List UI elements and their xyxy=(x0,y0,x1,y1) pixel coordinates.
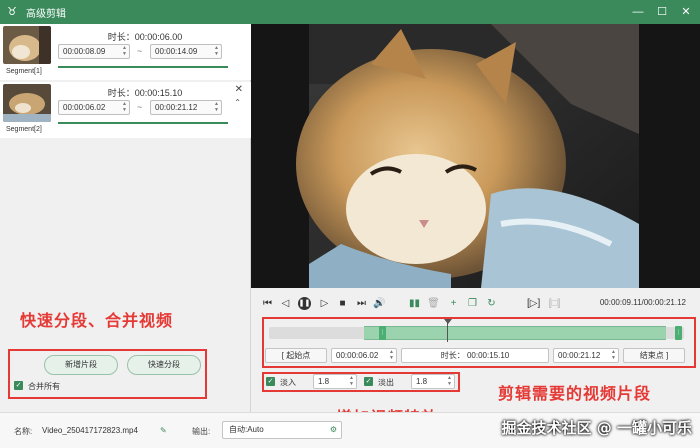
volume-icon[interactable]: 🔊 xyxy=(373,297,386,310)
file-name: Video_250417172823.mp4 xyxy=(42,426,138,435)
range-separator: ~ xyxy=(137,46,143,56)
mark-in-icon[interactable]: [▷] xyxy=(527,297,540,310)
output-select[interactable]: 自动:Auto ⚙ xyxy=(222,421,342,439)
copy-icon[interactable]: ❐ xyxy=(466,297,479,310)
segment-panel: Segment[1] 时长：00:00:06.00 00:00:08.09 ▲ ▼… xyxy=(0,24,251,412)
window-title: 高级剪辑 xyxy=(26,8,66,20)
spinner-icon[interactable]: ▲ ▼ xyxy=(122,101,127,113)
timeline-start-handle[interactable]: ⋮ xyxy=(379,326,386,340)
fade-in-value: 1.8 xyxy=(318,377,330,386)
fade-in-input[interactable]: 1.8 ▲ ▼ xyxy=(313,374,357,389)
segment-progress-bar xyxy=(58,122,228,124)
timeline-end-handle[interactable]: ⋮ xyxy=(675,326,682,340)
timeline-selection[interactable] xyxy=(364,326,666,340)
start-time-input[interactable]: 00:00:06.02 ▲ ▼ xyxy=(331,348,397,363)
mark-out-icon[interactable]: [□] xyxy=(548,297,561,310)
end-bracket-icon: ] xyxy=(663,351,669,360)
start-time-value: 00:00:06.02 xyxy=(336,351,379,360)
set-start-point-button[interactable]: [ 起始点 xyxy=(265,348,327,363)
segment-thumbnail xyxy=(3,84,51,122)
fade-in-label: 淡入 xyxy=(280,378,296,387)
spinner-icon[interactable]: ▲ ▼ xyxy=(214,45,219,57)
playhead[interactable] xyxy=(447,320,448,342)
step-back-icon[interactable]: ◁ xyxy=(279,297,292,310)
spinner-icon[interactable]: ▲ ▼ xyxy=(214,101,219,113)
segment-item-2[interactable]: Segment[2] 时长：00:00:15.10 00:00:06.02 ▲ ▼… xyxy=(0,82,251,138)
pin-icon[interactable]: ⌃ xyxy=(234,98,241,107)
set-end-point-button[interactable]: 结束点 ] xyxy=(623,348,685,363)
title-bar: ♉ 高级剪辑 — ☐ ✕ xyxy=(0,0,700,24)
merge-all-label: 合并所有 xyxy=(28,382,60,391)
watermark: 掘金技术社区 @ 一罐小可乐 xyxy=(501,419,692,437)
delete-icon[interactable]: 🗑 xyxy=(427,297,440,310)
close-icon[interactable]: ✕ xyxy=(235,84,243,95)
pause-icon[interactable]: ❚❚ xyxy=(298,297,311,310)
quick-split-button[interactable]: 快速分段 xyxy=(127,355,201,375)
segment-duration: 时长：00:00:06.00 xyxy=(107,32,183,42)
video-preview[interactable] xyxy=(251,24,700,288)
spinner-icon[interactable]: ▲ ▼ xyxy=(122,45,127,57)
fade-out-input[interactable]: 1.8 ▲ ▼ xyxy=(411,374,455,389)
segment-start-value: 00:00:06.02 xyxy=(63,103,106,112)
edit-name-icon[interactable]: ✎ xyxy=(160,426,167,435)
time-display: 00:00:09.11/00:00:21.12 xyxy=(599,298,686,307)
settings-gear-icon[interactable]: ⚙ xyxy=(330,422,337,438)
video-frame xyxy=(251,24,700,288)
spinner-icon[interactable]: ▲ ▼ xyxy=(349,375,354,387)
reset-icon[interactable]: ↻ xyxy=(485,297,498,310)
fade-out-label: 淡出 xyxy=(378,378,394,387)
skip-end-icon[interactable]: ⏭ xyxy=(355,297,368,310)
playhead-marker-icon[interactable] xyxy=(444,319,452,324)
minimize-button[interactable]: — xyxy=(630,4,646,20)
add-icon[interactable]: + xyxy=(447,297,460,310)
duration-value: 00:00:15.10 xyxy=(466,351,510,360)
output-value: 自动:Auto xyxy=(229,425,264,434)
step-forward-icon[interactable]: ▷ xyxy=(318,297,331,310)
annotation-split-merge: 快速分段、合并视频 xyxy=(20,311,174,330)
annotation-edit-segment: 剪辑需要的视频片段 xyxy=(498,384,652,403)
fade-out-checkbox[interactable]: ✓ xyxy=(364,377,373,386)
skip-start-icon[interactable]: ⏮ xyxy=(261,297,274,310)
stop-icon[interactable]: ■ xyxy=(336,297,349,310)
range-separator: ~ xyxy=(137,102,143,112)
maximize-button[interactable]: ☐ xyxy=(654,4,670,20)
close-button[interactable]: ✕ xyxy=(678,4,694,20)
segment-progress-bar xyxy=(58,66,228,68)
segment-item-1[interactable]: Segment[1] 时长：00:00:06.00 00:00:08.09 ▲ ▼… xyxy=(0,24,251,80)
merge-all-checkbox[interactable]: ✓ xyxy=(14,381,23,390)
segment-start-input[interactable]: 00:00:06.02 ▲ ▼ xyxy=(58,100,130,115)
add-segment-button[interactable]: 新增片段 xyxy=(44,355,118,375)
spinner-icon[interactable]: ▲ ▼ xyxy=(447,375,452,387)
segment-thumbnail xyxy=(3,26,51,64)
playback-controls: ⏮ ◁ ❚❚ ▷ ■ ⏭ 🔊 ▮▮ 🗑 + ❐ ↻ [▷] [□] 00:00:… xyxy=(251,288,700,427)
name-label: 名称: xyxy=(14,427,33,436)
app-logo-icon: ♉ xyxy=(7,6,17,18)
start-point-label: 起始点 xyxy=(286,351,311,360)
end-time-value: 00:00:21.12 xyxy=(558,351,601,360)
end-point-label: 结束点 xyxy=(639,351,664,360)
duration-display: 时长： 00:00:15.10 xyxy=(401,348,549,363)
window-controls: — ☐ ✕ xyxy=(630,0,694,24)
segment-end-value: 00:00:21.12 xyxy=(155,103,198,112)
segment-label: Segment[2] xyxy=(6,126,42,133)
segment-label: Segment[1] xyxy=(6,68,42,75)
output-label: 输出: xyxy=(192,427,211,436)
fade-out-value: 1.8 xyxy=(416,377,428,386)
segment-start-value: 00:00:08.09 xyxy=(63,47,106,56)
end-time-input[interactable]: 00:00:21.12 ▲ ▼ xyxy=(553,348,619,363)
segment-start-input[interactable]: 00:00:08.09 ▲ ▼ xyxy=(58,44,130,59)
duration-label: 时长： xyxy=(440,351,465,360)
fade-in-checkbox[interactable]: ✓ xyxy=(266,377,275,386)
spinner-icon[interactable]: ▲ ▼ xyxy=(611,349,616,361)
segment-end-input[interactable]: 00:00:14.09 ▲ ▼ xyxy=(150,44,222,59)
spinner-icon[interactable]: ▲ ▼ xyxy=(389,349,394,361)
segment-duration: 时长：00:00:15.10 xyxy=(107,88,183,98)
split-icon[interactable]: ▮▮ xyxy=(408,297,421,310)
segment-end-input[interactable]: 00:00:21.12 ▲ ▼ xyxy=(150,100,222,115)
bottom-bar: 名称: Video_250417172823.mp4 ✎ 输出: 自动:Auto… xyxy=(0,412,700,448)
segment-end-value: 00:00:14.09 xyxy=(155,47,198,56)
